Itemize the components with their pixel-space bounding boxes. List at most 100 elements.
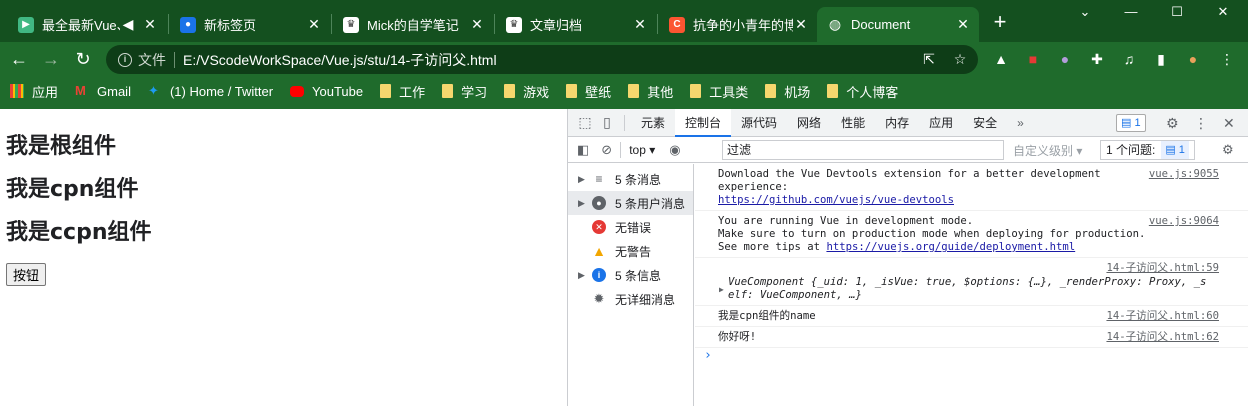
message-source-link[interactable]: vue.js:9064 bbox=[1149, 215, 1219, 228]
expand-arrow-icon[interactable]: ▶ bbox=[578, 174, 592, 185]
message-source-link[interactable]: 14-子访问父.html:62 bbox=[1106, 331, 1219, 344]
sidebar-item-user-messages[interactable]: ▶ ● 5 条用户消息 bbox=[568, 191, 693, 215]
message-source-link[interactable]: vue.js:9055 bbox=[1149, 168, 1219, 181]
folder-icon bbox=[690, 84, 702, 98]
sidebar-toggle-icon[interactable]: ◧ bbox=[577, 142, 589, 158]
new-tab-button[interactable]: + bbox=[988, 10, 1012, 34]
settings-icon[interactable]: ⚙ bbox=[1166, 115, 1179, 132]
maximize-button[interactable]: ☐ bbox=[1154, 0, 1200, 26]
bookmark-label: Gmail bbox=[97, 83, 131, 99]
devtools-tab[interactable]: 元素 bbox=[631, 109, 675, 137]
url-text[interactable]: E:/VScodeWorkSpace/Vue.js/stu/14-子访问父.ht… bbox=[183, 50, 497, 70]
close-devtools-icon[interactable]: ✕ bbox=[1223, 115, 1235, 132]
issues-counter[interactable]: 1 个问题: ▤ 1 bbox=[1100, 140, 1195, 160]
devtools-tab[interactable]: 安全 bbox=[963, 109, 1007, 137]
inspect-icon[interactable]: ⬚ bbox=[574, 114, 596, 131]
bookmark-apps[interactable]: 应用 bbox=[10, 82, 58, 101]
object-preview: elf: VueComponent, …} bbox=[728, 289, 862, 301]
console-settings-icon[interactable]: ⚙ bbox=[1222, 142, 1234, 158]
devtools-tab[interactable]: 性能 bbox=[831, 109, 875, 137]
device-toolbar-icon[interactable]: ▯ bbox=[596, 114, 618, 131]
back-button[interactable]: ← bbox=[6, 46, 32, 72]
issues-badge[interactable]: ▤ 1 bbox=[1116, 114, 1146, 132]
message-link[interactable]: https://github.com/vuejs/vue-devtools bbox=[718, 194, 954, 206]
devtools-tab-console[interactable]: 控制台 bbox=[675, 108, 732, 137]
close-window-button[interactable]: ✕ bbox=[1200, 0, 1246, 26]
bookmark-folder[interactable]: 其他 bbox=[628, 82, 673, 101]
bookmark-folder[interactable]: 壁纸 bbox=[566, 82, 611, 101]
bookmark-star-icon[interactable]: ☆ bbox=[951, 50, 969, 68]
sidebar-item-info[interactable]: ▶ i 5 条信息 bbox=[568, 263, 693, 287]
bookmark-folder[interactable]: 个人博客 bbox=[827, 82, 898, 101]
media-icon[interactable]: ♫ bbox=[1120, 50, 1138, 68]
console-message: Download the Vue Devtools extension for … bbox=[695, 164, 1248, 211]
page-content: 我是根组件 我是cpn组件 我是ccpn组件 按钮 bbox=[0, 109, 567, 406]
tab-document[interactable]: ◍ Document ✕ bbox=[817, 7, 979, 42]
bookmark-folder[interactable]: 机场 bbox=[765, 82, 810, 101]
bookmark-folder[interactable]: 学习 bbox=[442, 82, 487, 101]
devtools-tab[interactable]: 源代码 bbox=[731, 109, 787, 137]
devtools-tab[interactable]: 内存 bbox=[875, 109, 919, 137]
verbose-icon: ✹ bbox=[593, 291, 605, 306]
tab-mick[interactable]: ♛ Mick的自学笔记 ✕ bbox=[333, 7, 493, 42]
menu-kebab-icon[interactable]: ⋮ bbox=[1218, 50, 1236, 68]
sidebar-item-verbose[interactable]: ✹ 无详细消息 bbox=[568, 287, 693, 311]
eye-icon[interactable]: ◉ bbox=[669, 142, 680, 158]
sidebar-item-messages[interactable]: ▶ ≡ 5 条消息 bbox=[568, 167, 693, 191]
message-source-link[interactable]: 14-子访问父.html:59 bbox=[1106, 262, 1219, 275]
address-bar[interactable]: i 文件 E:/VScodeWorkSpace/Vue.js/stu/14-子访… bbox=[106, 45, 978, 74]
tab-vue[interactable]: ▶ 最全最新Vue、 ◀ ✕ bbox=[8, 7, 166, 42]
console-message-object[interactable]: ▶ VueComponent {_uid: 1, _isVue: true, $… bbox=[695, 258, 1248, 306]
console-prompt[interactable]: › bbox=[695, 348, 1248, 363]
expand-arrow-icon[interactable]: ▶ bbox=[578, 270, 592, 281]
divider bbox=[624, 114, 625, 131]
close-icon[interactable]: ✕ bbox=[469, 16, 485, 33]
profile-avatar-icon[interactable]: ● bbox=[1184, 50, 1202, 68]
sidebar-item-errors[interactable]: ✕ 无错误 bbox=[568, 215, 693, 239]
close-icon[interactable]: ✕ bbox=[793, 16, 809, 33]
more-tabs-icon[interactable]: » bbox=[1007, 109, 1034, 137]
tab-search-icon[interactable]: ⌄ bbox=[1062, 0, 1108, 26]
close-icon[interactable]: ✕ bbox=[632, 16, 648, 33]
puzzle-icon[interactable]: ✚ bbox=[1088, 50, 1106, 68]
tab-archive[interactable]: ♛ 文章归档 ✕ bbox=[496, 7, 656, 42]
clear-console-icon[interactable]: ⊘ bbox=[601, 142, 612, 158]
bookmark-folder[interactable]: 工具类 bbox=[690, 82, 748, 101]
close-icon[interactable]: ✕ bbox=[955, 16, 971, 33]
tab-new[interactable]: ● 新标签页 ✕ bbox=[170, 7, 330, 42]
reload-button[interactable]: ↻ bbox=[70, 46, 96, 72]
devtools-menu-icon[interactable]: ⋮ bbox=[1194, 115, 1208, 132]
sidebar-item-warnings[interactable]: ▲ 无警告 bbox=[568, 239, 693, 263]
folder-icon bbox=[442, 84, 454, 98]
side-panel-icon[interactable]: ▮ bbox=[1152, 50, 1170, 68]
bookmark-youtube[interactable]: YouTube bbox=[290, 84, 363, 99]
folder-icon bbox=[380, 84, 392, 98]
devtools-tab[interactable]: 网络 bbox=[787, 109, 831, 137]
tab-csdn[interactable]: C 抗争的小青年的博 ✕ bbox=[659, 7, 817, 42]
extension-red-icon[interactable]: ■ bbox=[1024, 50, 1042, 68]
devtools-tab[interactable]: 应用 bbox=[919, 109, 963, 137]
expand-object-icon[interactable]: ▶ bbox=[719, 283, 724, 296]
close-icon[interactable]: ✕ bbox=[142, 16, 158, 33]
close-icon[interactable]: ✕ bbox=[306, 16, 322, 33]
sidebar-item-label: 无详细消息 bbox=[615, 292, 676, 307]
message-source-link[interactable]: 14-子访问父.html:60 bbox=[1106, 310, 1219, 323]
bookmark-twitter[interactable]: ✦ (1) Home / Twitter bbox=[148, 84, 273, 99]
message-link[interactable]: https://vuejs.org/guide/deployment.html bbox=[826, 241, 1075, 253]
share-icon[interactable]: ⇱ bbox=[920, 50, 938, 68]
info-icon[interactable]: i bbox=[118, 52, 132, 67]
minimize-button[interactable]: — bbox=[1108, 0, 1154, 26]
page-button[interactable]: 按钮 bbox=[6, 263, 47, 286]
extension-drive-icon[interactable]: ▲ bbox=[992, 50, 1010, 68]
context-selector[interactable]: top ▾ bbox=[629, 143, 655, 157]
bookmark-label: 学习 bbox=[461, 84, 488, 100]
expand-arrow-icon[interactable]: ▶ bbox=[578, 198, 592, 209]
log-levels-dropdown[interactable]: 自定义级别 ▾ bbox=[1013, 142, 1082, 159]
filter-input[interactable]: 过滤 bbox=[722, 140, 1004, 160]
bookmark-gmail[interactable]: M Gmail bbox=[75, 84, 131, 99]
bookmark-folder[interactable]: 游戏 bbox=[504, 82, 549, 101]
extension-avatar-icon[interactable]: ● bbox=[1056, 50, 1074, 68]
forward-button[interactable]: → bbox=[38, 46, 64, 72]
bookmark-folder[interactable]: 工作 bbox=[380, 82, 425, 101]
message-line: experience: bbox=[718, 181, 789, 193]
